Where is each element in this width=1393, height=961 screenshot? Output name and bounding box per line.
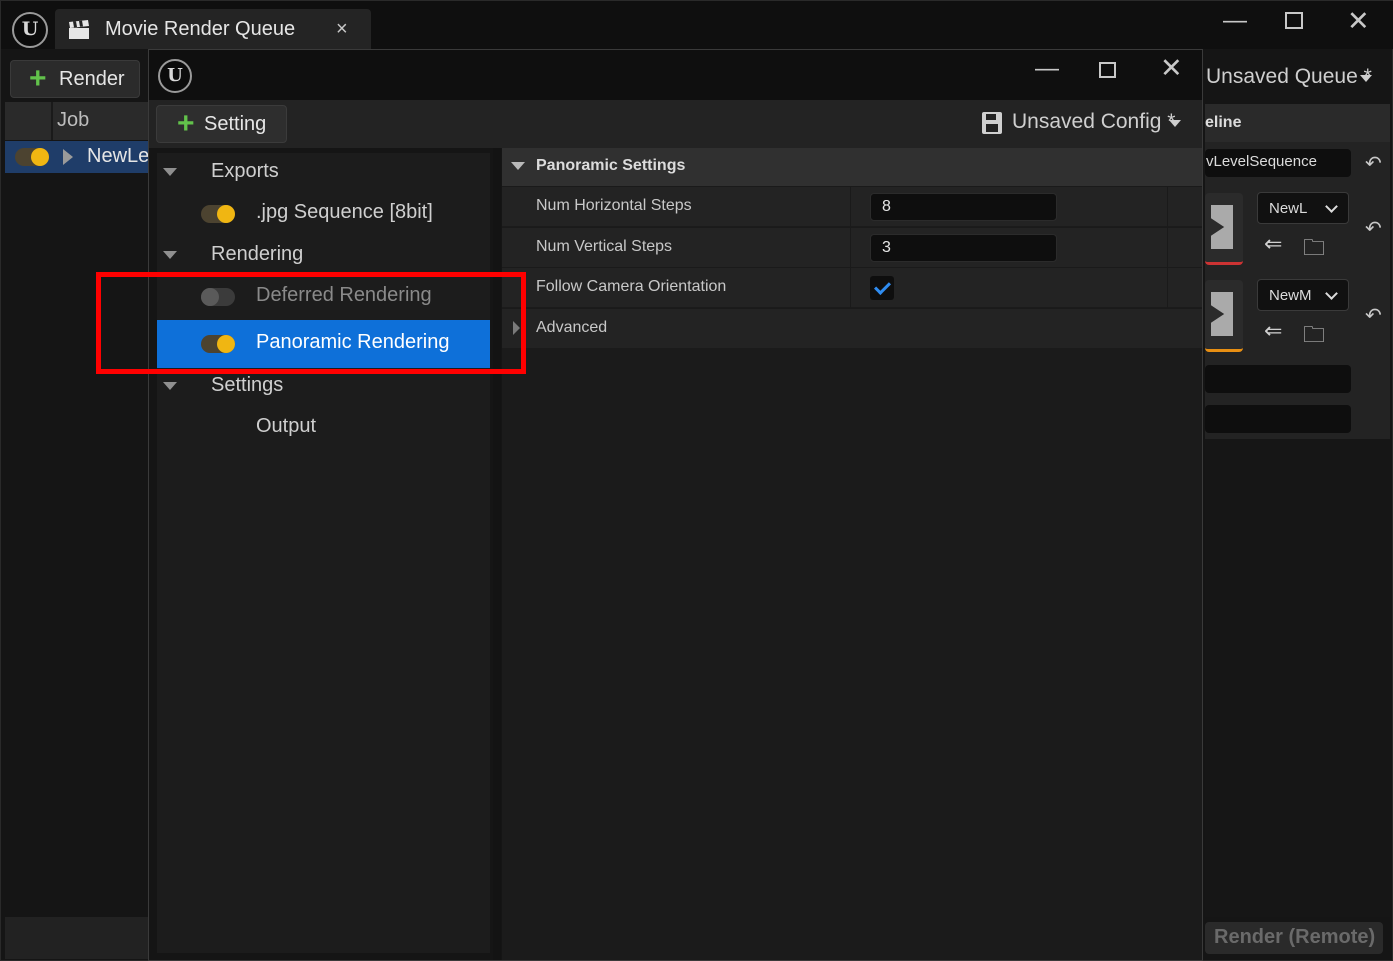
follow-camera-checkbox[interactable] xyxy=(870,276,894,300)
title-bar: U — ✕ xyxy=(149,50,1202,100)
text-field[interactable] xyxy=(1205,405,1351,433)
maximize-button[interactable] xyxy=(1285,12,1303,29)
config-dropdown-label: Unsaved Config * xyxy=(1012,110,1176,133)
asset-thumbnail[interactable] xyxy=(1205,193,1243,265)
asset-combo[interactable]: NewM xyxy=(1257,279,1349,311)
tree-category-rendering[interactable]: Rendering xyxy=(157,236,490,276)
job-list-header: Job xyxy=(5,102,149,140)
job-enabled-toggle[interactable] xyxy=(15,148,49,166)
asset-combo-value: NewM xyxy=(1269,287,1312,304)
asset-combo-value: NewL xyxy=(1269,200,1308,217)
column-divider xyxy=(1167,187,1168,227)
property-group-advanced[interactable]: Advanced xyxy=(502,308,1202,348)
column-divider[interactable] xyxy=(850,268,851,308)
empty-area xyxy=(1205,439,1390,917)
unreal-logo-icon: U xyxy=(158,59,192,93)
add-setting-button[interactable]: + Setting xyxy=(156,105,287,143)
property-label: Num Vertical Steps xyxy=(536,238,673,255)
setting-enabled-toggle[interactable] xyxy=(201,205,235,223)
use-selected-icon[interactable]: ⇐ xyxy=(1264,231,1282,257)
job-list-footer xyxy=(5,917,149,959)
column-divider[interactable] xyxy=(850,187,851,227)
browse-folder-icon[interactable]: 🗀 xyxy=(1303,318,1325,356)
render-remote-label: Render (Remote) xyxy=(1214,926,1376,948)
title-bar: U Movie Render Queue × — ✕ xyxy=(1,1,1393,49)
unreal-logo-icon: U xyxy=(12,12,48,48)
column-divider[interactable] xyxy=(850,228,851,268)
property-row-horizontal-steps: Num Horizontal Steps xyxy=(502,186,1202,227)
tree-category-label: Settings xyxy=(211,374,284,396)
tree-category-label: Rendering xyxy=(211,243,304,265)
job-name: NewLe xyxy=(87,145,149,167)
section-header-panoramic-settings[interactable]: Panoramic Settings xyxy=(502,148,1202,186)
plus-icon: + xyxy=(29,62,47,95)
config-dropdown-caret-icon xyxy=(1169,120,1181,127)
maximize-button[interactable] xyxy=(1099,62,1116,78)
render-remote-button[interactable]: Render (Remote) xyxy=(1205,922,1383,954)
tab-movie-render-queue[interactable]: Movie Render Queue × xyxy=(55,9,371,49)
highlight-box xyxy=(96,272,526,374)
section-title: Panoramic Settings xyxy=(536,157,686,174)
tree-category-exports[interactable]: Exports xyxy=(157,153,490,193)
toolbar: + Setting Unsaved Config * xyxy=(149,100,1202,148)
sequence-field-value: vLevelSequence xyxy=(1206,153,1317,170)
expander-arrow-icon[interactable] xyxy=(163,382,177,390)
job-row[interactable]: NewLe xyxy=(5,141,149,173)
setting-button-label: Setting xyxy=(204,113,267,135)
property-label: Follow Camera Orientation xyxy=(536,278,727,295)
queue-dropdown-caret-icon[interactable] xyxy=(1360,75,1372,82)
tree-item-jpg-sequence[interactable]: .jpg Sequence [8bit] xyxy=(157,194,490,234)
tab-title: Movie Render Queue xyxy=(105,18,296,40)
column-divider xyxy=(1167,228,1168,268)
minimize-button[interactable]: — xyxy=(1035,57,1059,81)
reset-arrow-icon[interactable]: ↶ xyxy=(1365,303,1382,328)
use-selected-icon[interactable]: ⇐ xyxy=(1264,318,1282,344)
column-divider xyxy=(1167,268,1168,308)
pipeline-header-label: eline xyxy=(1205,114,1242,131)
reset-arrow-icon[interactable]: ↶ xyxy=(1365,216,1382,241)
property-group-label: Advanced xyxy=(536,319,608,336)
close-window-button[interactable]: ✕ xyxy=(1160,55,1183,82)
tree-item-label: .jpg Sequence [8bit] xyxy=(256,201,433,223)
render-button[interactable]: + Render xyxy=(10,60,140,98)
tree-item-label: Output xyxy=(256,415,317,437)
queue-dropdown[interactable]: Unsaved Queue * xyxy=(1206,65,1372,89)
close-window-button[interactable]: ✕ xyxy=(1347,8,1370,35)
panel-splitter[interactable] xyxy=(493,148,501,960)
chevron-down-icon xyxy=(1325,200,1338,213)
expand-arrow-icon[interactable] xyxy=(63,149,73,165)
save-icon xyxy=(982,112,1002,134)
chevron-down-icon xyxy=(1325,287,1338,300)
tree-item-output[interactable]: Output xyxy=(157,408,490,448)
job-column-header[interactable]: Job xyxy=(57,109,89,132)
asset-thumbnail[interactable] xyxy=(1205,280,1243,352)
property-row-vertical-steps: Num Vertical Steps xyxy=(502,227,1202,268)
tree-category-label: Exports xyxy=(211,160,279,182)
render-button-label: Render xyxy=(59,68,125,90)
vertical-steps-input[interactable] xyxy=(870,234,1057,262)
clapperboard-icon xyxy=(69,20,89,39)
collapse-arrow-icon[interactable] xyxy=(511,162,525,170)
column-divider[interactable] xyxy=(51,102,53,140)
minimize-button[interactable]: — xyxy=(1223,9,1247,33)
browse-folder-icon[interactable]: 🗀 xyxy=(1303,231,1325,269)
property-label: Num Horizontal Steps xyxy=(536,197,692,214)
expander-arrow-icon[interactable] xyxy=(163,168,177,176)
asset-combo[interactable]: NewL xyxy=(1257,192,1349,224)
reset-arrow-icon[interactable]: ↶ xyxy=(1365,151,1382,176)
tab-close-icon[interactable]: × xyxy=(336,18,348,41)
text-field[interactable] xyxy=(1205,365,1351,393)
horizontal-steps-input[interactable] xyxy=(870,193,1057,221)
details-panel: Panoramic Settings Num Horizontal Steps … xyxy=(502,148,1202,960)
property-row-follow-camera: Follow Camera Orientation xyxy=(502,267,1202,308)
pipeline-config-window: U — ✕ + Setting Unsaved Config * Exports… xyxy=(148,49,1203,961)
plus-icon: + xyxy=(177,107,195,140)
expander-arrow-icon[interactable] xyxy=(163,251,177,259)
